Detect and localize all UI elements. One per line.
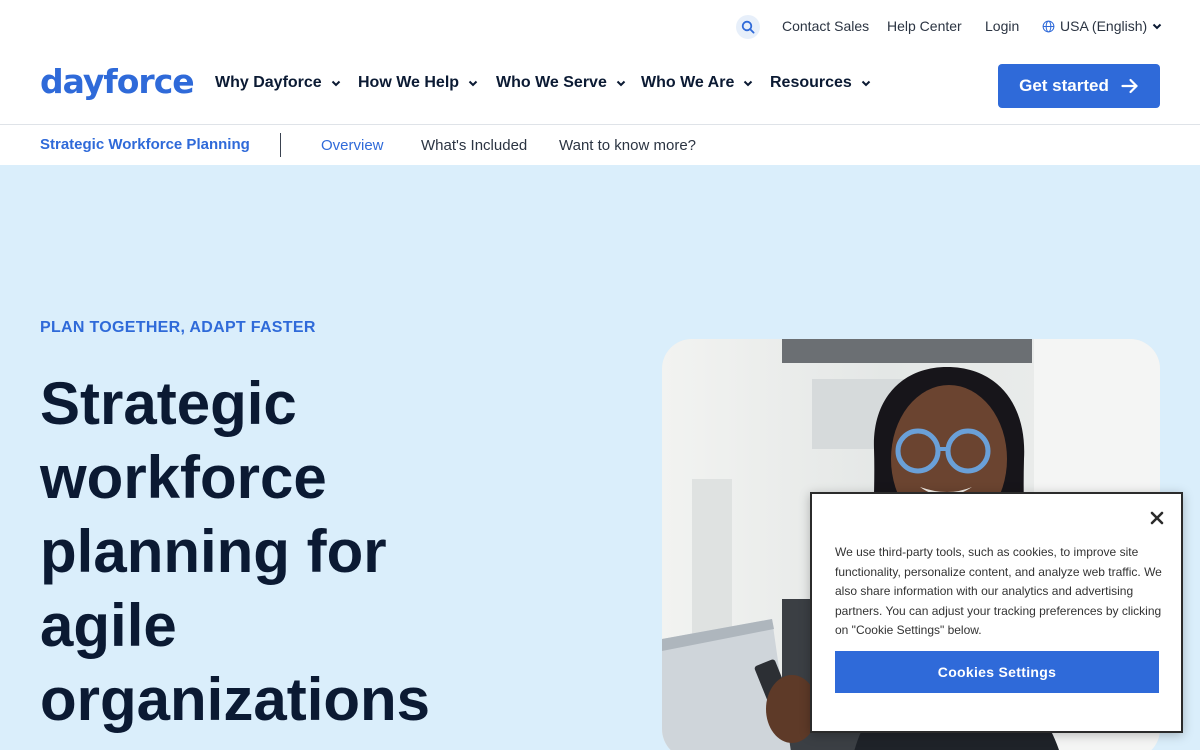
headline-line: planning for <box>40 518 387 585</box>
subnav-want-to-know-more[interactable]: Want to know more? <box>559 137 696 154</box>
headline-line: Strategic <box>40 370 297 437</box>
cookie-message: We use third-party tools, such as cookie… <box>835 545 1162 637</box>
help-center-link[interactable]: Help Center <box>887 18 962 34</box>
nav-who-we-serve[interactable]: Who We Serve <box>496 74 626 92</box>
cookie-close-button[interactable] <box>1147 508 1167 528</box>
chevron-down-icon <box>331 80 340 86</box>
headline-line: organizations <box>40 666 431 733</box>
nav-label: How We Help <box>358 74 460 91</box>
cookie-banner: We use third-party tools, such as cookie… <box>810 492 1183 733</box>
subnav-divider <box>280 133 281 157</box>
nav-who-we-are[interactable]: Who We Are <box>641 74 753 92</box>
cookies-settings-button[interactable]: Cookies Settings <box>835 651 1159 693</box>
language-selector[interactable]: USA (English) <box>1042 18 1162 34</box>
chevron-down-icon <box>616 80 626 86</box>
contact-sales-link[interactable]: Contact Sales <box>782 18 869 34</box>
chevron-down-icon <box>1152 23 1162 29</box>
nav-why-dayforce[interactable]: Why Dayforce <box>215 74 341 92</box>
nav-how-we-help[interactable]: How We Help <box>358 74 478 92</box>
hero-headline: Strategic workforce planning for agile o… <box>40 367 600 737</box>
search-icon <box>741 20 755 34</box>
globe-icon <box>1042 20 1055 32</box>
chevron-down-icon <box>468 80 478 86</box>
hero-eyebrow: PLAN TOGETHER, ADAPT FASTER <box>40 319 316 336</box>
get-started-button[interactable]: Get started <box>998 64 1160 108</box>
arrow-right-icon <box>1121 78 1138 94</box>
chevron-down-icon <box>861 80 871 86</box>
nav-resources[interactable]: Resources <box>770 74 871 92</box>
utility-bar: Contact Sales Help Center Login USA (Eng… <box>0 0 1200 52</box>
search-button[interactable] <box>736 15 760 39</box>
subnav-overview[interactable]: Overview <box>321 137 384 154</box>
chevron-down-icon <box>744 80 753 86</box>
nav-label: Why Dayforce <box>215 74 322 91</box>
subnav-whats-included[interactable]: What's Included <box>421 137 527 154</box>
nav-label: Resources <box>770 74 852 91</box>
headline-line: agile <box>40 592 177 659</box>
dayforce-logo[interactable]: dayforce <box>40 62 195 101</box>
get-started-label: Get started <box>1019 76 1109 95</box>
login-link[interactable]: Login <box>985 18 1019 34</box>
subnav-title[interactable]: Strategic Workforce Planning <box>40 136 250 153</box>
close-icon <box>1150 511 1164 525</box>
language-label: USA (English) <box>1060 18 1148 34</box>
headline-line: workforce <box>40 444 327 511</box>
nav-label: Who We Are <box>641 74 735 91</box>
sub-navigation: Strategic Workforce Planning Overview Wh… <box>0 124 1200 165</box>
main-navigation: dayforce Why Dayforce How We Help Who We… <box>0 52 1200 124</box>
nav-label: Who We Serve <box>496 74 607 91</box>
